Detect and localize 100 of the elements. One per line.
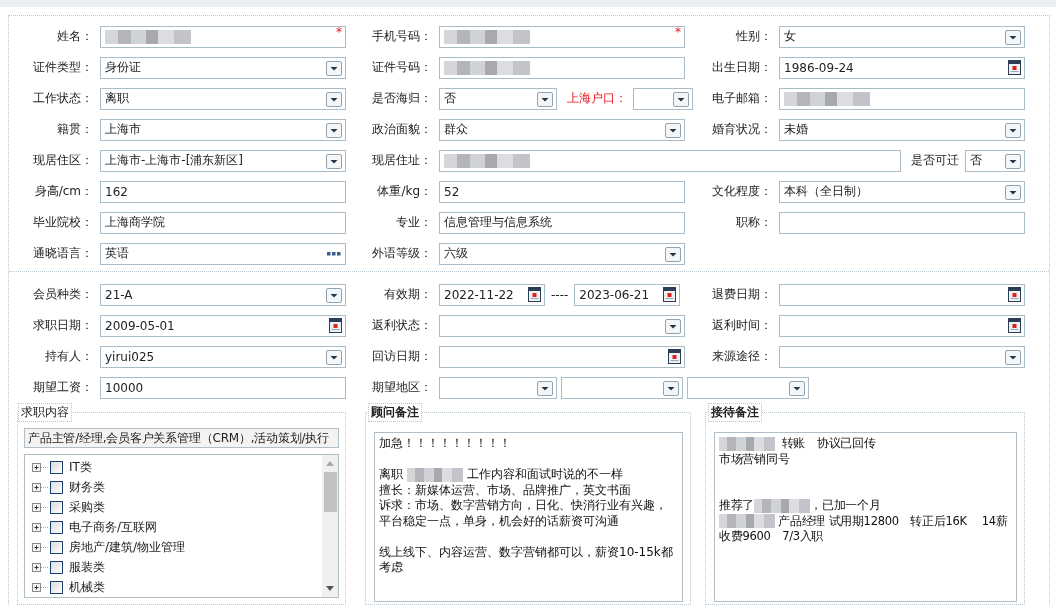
- date-field[interactable]: [439, 345, 685, 368]
- summary-field[interactable]: 产品主管/经理,会员客户关系管理（CRM）,活动策划/执行: [24, 428, 339, 448]
- dropdown-icon[interactable]: [326, 349, 342, 365]
- checkbox[interactable]: [50, 560, 63, 574]
- tree-item-label[interactable]: IT类: [69, 458, 92, 476]
- text-field[interactable]: [439, 149, 901, 172]
- checkbox[interactable]: [50, 580, 63, 594]
- text-field[interactable]: *: [100, 25, 346, 48]
- dropdown-field[interactable]: 上海市: [100, 118, 346, 141]
- text-field[interactable]: 上海商学院: [100, 211, 346, 234]
- checkbox[interactable]: [50, 520, 63, 534]
- calendar-icon[interactable]: [663, 286, 677, 302]
- date-field[interactable]: [779, 283, 1025, 306]
- date-field[interactable]: 2023-06-21: [574, 283, 681, 306]
- more-icon[interactable]: [327, 251, 341, 256]
- notes-textarea[interactable]: 转账 协议已回传 市场营销同号 推荐了 ，已加一个月 产品经理 试用期12800 转正后16K 14薪 收费9600 7/3入职: [714, 432, 1017, 602]
- tree-item-label[interactable]: 服装类: [69, 558, 105, 576]
- checkbox[interactable]: [50, 540, 63, 554]
- date-field[interactable]: 1986-09-24: [779, 56, 1025, 79]
- field-label: 持有人：: [44, 348, 93, 365]
- lookup-field[interactable]: 英语: [100, 242, 346, 265]
- dropdown-icon[interactable]: [326, 287, 342, 303]
- dropdown-field[interactable]: 六级: [439, 242, 685, 265]
- field-label: 外语等级：: [371, 245, 432, 262]
- dropdown-field[interactable]: 本科（全日制）: [779, 180, 1025, 203]
- scrollbar[interactable]: [322, 455, 338, 597]
- calendar-icon[interactable]: [1008, 317, 1021, 333]
- tree-item-label[interactable]: 财务类: [69, 478, 105, 496]
- date-field[interactable]: 2022-11-22: [439, 283, 545, 306]
- dropdown-field[interactable]: [561, 376, 683, 399]
- dropdown-icon[interactable]: [537, 380, 553, 396]
- field-label: 证件号码：: [371, 59, 432, 76]
- expand-icon[interactable]: [32, 542, 48, 552]
- tree-item-label[interactable]: 机械类: [69, 578, 105, 596]
- dropdown-field[interactable]: 未婚: [779, 118, 1025, 141]
- checkbox[interactable]: [50, 460, 63, 474]
- text-field[interactable]: 52: [439, 180, 685, 203]
- dropdown-field[interactable]: [633, 87, 693, 110]
- checkbox[interactable]: [50, 500, 63, 514]
- expand-icon[interactable]: [32, 482, 48, 492]
- dropdown-field[interactable]: yirui025: [100, 345, 346, 368]
- dropdown-icon[interactable]: [663, 380, 679, 396]
- text-field[interactable]: 信息管理与信息系统: [439, 211, 685, 234]
- calendar-icon[interactable]: [668, 348, 681, 364]
- dropdown-icon[interactable]: [665, 318, 681, 334]
- expand-icon[interactable]: [32, 522, 48, 532]
- dropdown-icon[interactable]: [326, 122, 342, 138]
- dropdown-icon[interactable]: [1005, 153, 1021, 169]
- expand-icon[interactable]: [32, 462, 48, 472]
- field-label: 会员种类：: [32, 286, 93, 303]
- redacted-block: [719, 514, 775, 528]
- dropdown-field[interactable]: 离职: [100, 87, 346, 110]
- text-field[interactable]: 10000: [100, 376, 346, 399]
- dropdown-field[interactable]: 上海市-上海市-[浦东新区]: [100, 149, 346, 172]
- dropdown-icon[interactable]: [665, 246, 681, 262]
- dropdown-icon[interactable]: [1005, 184, 1021, 200]
- notes-textarea[interactable]: 加急！！！！！！！！！ 离职 工作内容和面试时说的不一样 擅长：新媒体运营、市场、品牌推广，英文书面 诉求：市场、数字营销方向，日化、快消行业有兴趣， 平台稳定一点，单身，机会好的话薪资可沟通 线上线下、内容运营、数字营销都可以，薪资10-15k都 考虑: [374, 432, 683, 602]
- date-field[interactable]: [779, 314, 1025, 337]
- dropdown-field[interactable]: 21-A: [100, 283, 346, 306]
- text-field[interactable]: 162: [100, 180, 346, 203]
- dropdown-field[interactable]: [687, 376, 809, 399]
- tree-item-label[interactable]: 房地产/建筑/物业管理: [69, 538, 186, 556]
- tree-item-label[interactable]: 采购类: [69, 498, 105, 516]
- dropdown-icon[interactable]: [1005, 122, 1021, 138]
- calendar-icon[interactable]: [528, 286, 541, 302]
- dropdown-field[interactable]: [439, 376, 557, 399]
- field-label: 期望工资：: [32, 379, 93, 396]
- field-label: 姓名：: [56, 28, 93, 45]
- dropdown-icon[interactable]: [1005, 29, 1021, 45]
- dropdown-icon[interactable]: [1005, 349, 1021, 365]
- calendar-icon[interactable]: [1008, 286, 1021, 302]
- dropdown-icon[interactable]: [326, 153, 342, 169]
- dropdown-field[interactable]: 否: [965, 149, 1025, 172]
- dropdown-icon[interactable]: [326, 60, 342, 76]
- field-label: 有效期：: [383, 286, 432, 303]
- calendar-icon[interactable]: [329, 317, 342, 333]
- field-label: 体重/kg：: [376, 183, 432, 200]
- expand-icon[interactable]: [32, 562, 48, 572]
- tree-item-label[interactable]: 电子商务/互联网: [69, 518, 158, 536]
- expand-icon[interactable]: [32, 502, 48, 512]
- calendar-icon[interactable]: [1008, 59, 1021, 75]
- dropdown-field[interactable]: 否: [439, 87, 557, 110]
- dropdown-field[interactable]: [779, 345, 1025, 368]
- text-field[interactable]: [439, 56, 685, 79]
- dropdown-icon[interactable]: [537, 91, 553, 107]
- dropdown-field[interactable]: 身份证: [100, 56, 346, 79]
- text-field[interactable]: [779, 87, 1025, 110]
- field-label: 通晓语言：: [32, 245, 93, 262]
- text-field[interactable]: *: [439, 25, 685, 48]
- expand-icon[interactable]: [32, 582, 48, 592]
- date-field[interactable]: 2009-05-01: [100, 314, 346, 337]
- dropdown-icon[interactable]: [673, 91, 689, 107]
- dropdown-field[interactable]: 群众: [439, 118, 685, 141]
- dropdown-field[interactable]: [439, 314, 685, 337]
- dropdown-icon[interactable]: [789, 380, 805, 396]
- text-field[interactable]: [779, 211, 1025, 234]
- dropdown-icon[interactable]: [665, 122, 681, 138]
- checkbox[interactable]: [50, 480, 63, 494]
- dropdown-field[interactable]: 女: [779, 25, 1025, 48]
- dropdown-icon[interactable]: [326, 91, 342, 107]
